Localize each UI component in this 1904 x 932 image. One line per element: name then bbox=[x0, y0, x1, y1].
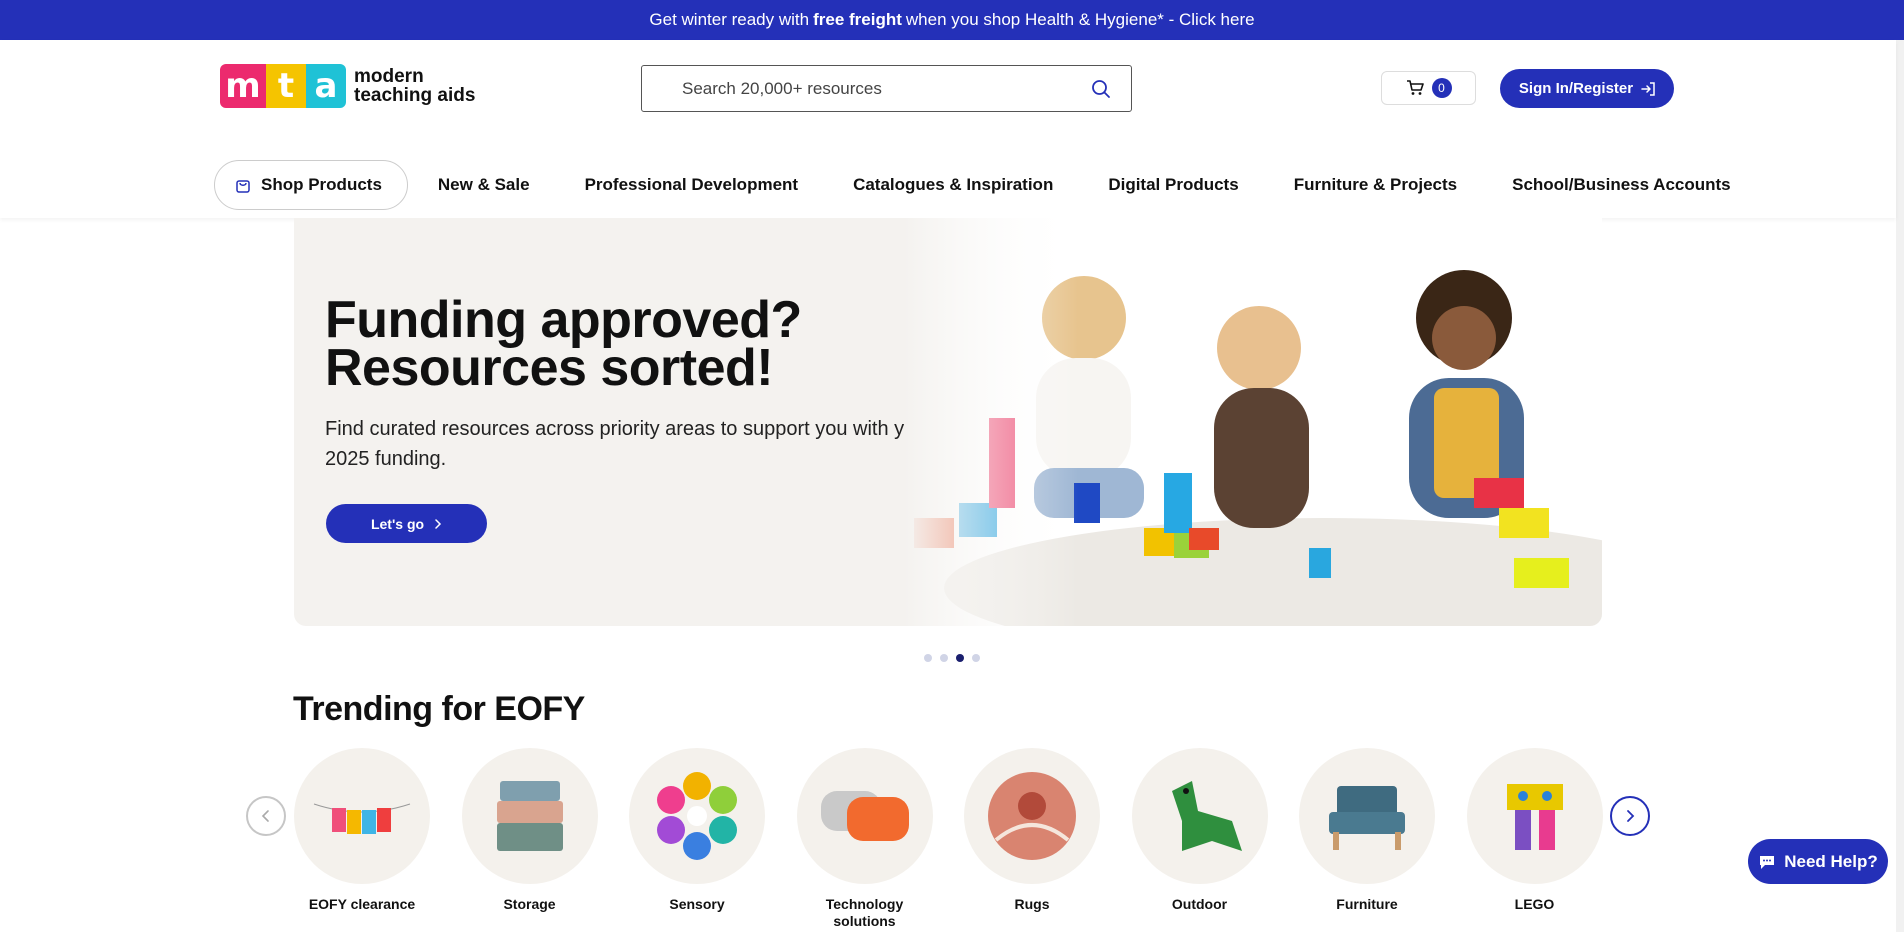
storage-caddy-icon bbox=[496, 781, 563, 851]
site-logo[interactable]: m t a modern teaching aids bbox=[220, 64, 475, 108]
category-label: Outdoor bbox=[1171, 896, 1228, 912]
hero-title-line1: Funding approved? bbox=[325, 291, 802, 349]
logo-letter-a: a bbox=[306, 64, 346, 108]
logo-line2: teaching aids bbox=[354, 85, 476, 106]
vr-headset-icon bbox=[820, 791, 909, 841]
nav-furniture-projects[interactable]: Furniture & Projects bbox=[1294, 175, 1457, 195]
sensory-popper-icon bbox=[657, 772, 737, 860]
promo-suffix: when you shop Health & Hygiene* - Click … bbox=[905, 10, 1255, 29]
logo-wordmark: modern teaching aids bbox=[354, 67, 475, 105]
category-storage[interactable]: Storage bbox=[461, 748, 598, 930]
category-label: Sensory bbox=[669, 896, 725, 912]
category-image bbox=[461, 748, 598, 884]
category-technology-solutions[interactable]: Technology solutions bbox=[796, 748, 933, 930]
sign-in-button[interactable]: Sign In/Register bbox=[1500, 69, 1674, 108]
hero-dot-4[interactable] bbox=[972, 654, 980, 662]
category-image bbox=[294, 748, 430, 884]
category-label: LEGO bbox=[1514, 896, 1555, 912]
hero-dot-3-active[interactable] bbox=[956, 654, 964, 662]
sign-in-label: Sign In/Register bbox=[1518, 80, 1634, 97]
logo-letter-t: t bbox=[266, 64, 306, 108]
category-image bbox=[1131, 748, 1268, 884]
children-playing-blocks-image bbox=[904, 218, 1602, 626]
shopping-bag-icon bbox=[236, 180, 250, 193]
category-label: Furniture bbox=[1336, 896, 1398, 912]
nav-shop-label: Shop Products bbox=[261, 175, 382, 194]
site-header: m t a modern teaching aids 0 Sign In/Reg… bbox=[0, 40, 1896, 218]
promo-bold: free freight bbox=[813, 10, 902, 29]
logo-mark: m t a bbox=[220, 64, 346, 108]
hero-title-line2: Resources sorted! bbox=[325, 339, 774, 397]
search-icon[interactable] bbox=[1091, 79, 1111, 99]
rug-icon bbox=[988, 772, 1076, 860]
category-label: Storage bbox=[503, 896, 556, 912]
trending-category-list: EOFY clearance Storage Sensory Technolog… bbox=[294, 748, 1634, 930]
search-box bbox=[641, 65, 1132, 112]
login-arrow-icon bbox=[1641, 81, 1655, 96]
hero-title: Funding approved? Resources sorted! bbox=[325, 291, 845, 397]
nav-catalogues[interactable]: Catalogues & Inspiration bbox=[853, 175, 1053, 195]
hero-dot-1[interactable] bbox=[924, 654, 932, 662]
main-navigation: Shop Products New & Sale Professional De… bbox=[214, 160, 1786, 210]
hero-pagination bbox=[924, 654, 980, 662]
nav-new-sale[interactable]: New & Sale bbox=[438, 175, 530, 195]
hero-dot-2[interactable] bbox=[940, 654, 948, 662]
chevron-right-icon bbox=[435, 518, 442, 529]
promo-banner[interactable]: Get winter ready with free freight when … bbox=[0, 0, 1904, 40]
category-image bbox=[1299, 748, 1435, 884]
chat-icon bbox=[1760, 855, 1775, 869]
hero-cta-button[interactable]: Let's go bbox=[326, 504, 487, 543]
logo-line1: modern bbox=[354, 66, 424, 87]
cart-button[interactable]: 0 bbox=[1381, 71, 1476, 105]
lego-robot-icon bbox=[1506, 784, 1563, 850]
category-sensory[interactable]: Sensory bbox=[629, 748, 765, 930]
chevron-right-icon bbox=[1627, 810, 1635, 822]
category-label: EOFY clearance bbox=[308, 896, 416, 912]
category-image bbox=[629, 748, 765, 884]
carousel-prev-button[interactable] bbox=[246, 796, 286, 836]
need-help-button[interactable]: Need Help? bbox=[1748, 839, 1888, 884]
category-label: Technology solutions bbox=[825, 896, 904, 929]
search-input[interactable] bbox=[682, 78, 1091, 99]
hero-body: Find curated resources across priority a… bbox=[325, 418, 934, 470]
category-rugs[interactable]: Rugs bbox=[964, 748, 1100, 930]
category-image bbox=[796, 748, 933, 884]
category-outdoor[interactable]: Outdoor bbox=[1131, 748, 1268, 930]
nav-shop-products[interactable]: Shop Products bbox=[214, 160, 408, 210]
logo-letter-m: m bbox=[220, 64, 266, 108]
armchair-icon bbox=[1329, 786, 1405, 850]
cart-icon bbox=[1406, 80, 1424, 95]
carousel-next-button[interactable] bbox=[1610, 796, 1650, 836]
nav-digital-products[interactable]: Digital Products bbox=[1108, 175, 1238, 195]
trending-title: Trending for EOFY bbox=[293, 690, 585, 728]
hero-cta-label: Let's go bbox=[370, 515, 425, 532]
category-furniture[interactable]: Furniture bbox=[1299, 748, 1435, 930]
cart-count-badge: 0 bbox=[1431, 78, 1452, 98]
category-image bbox=[1466, 748, 1603, 884]
dinosaur-icon bbox=[1171, 781, 1242, 851]
nav-professional-development[interactable]: Professional Development bbox=[585, 175, 799, 195]
category-lego[interactable]: LEGO bbox=[1466, 748, 1603, 930]
category-label: Rugs bbox=[1014, 896, 1050, 912]
nav-school-business-accounts[interactable]: School/Business Accounts bbox=[1512, 175, 1731, 195]
category-image bbox=[964, 748, 1100, 884]
chevron-left-icon bbox=[261, 810, 269, 822]
category-eofy-clearance[interactable]: EOFY clearance bbox=[294, 748, 430, 930]
eofy-banner-icon bbox=[313, 803, 411, 834]
page-scrollbar[interactable] bbox=[1896, 40, 1904, 932]
need-help-label: Need Help? bbox=[1784, 851, 1878, 871]
hero-banner[interactable]: Funding approved? Resources sorted! Find… bbox=[294, 218, 1602, 626]
promo-prefix: Get winter ready with bbox=[649, 10, 810, 29]
